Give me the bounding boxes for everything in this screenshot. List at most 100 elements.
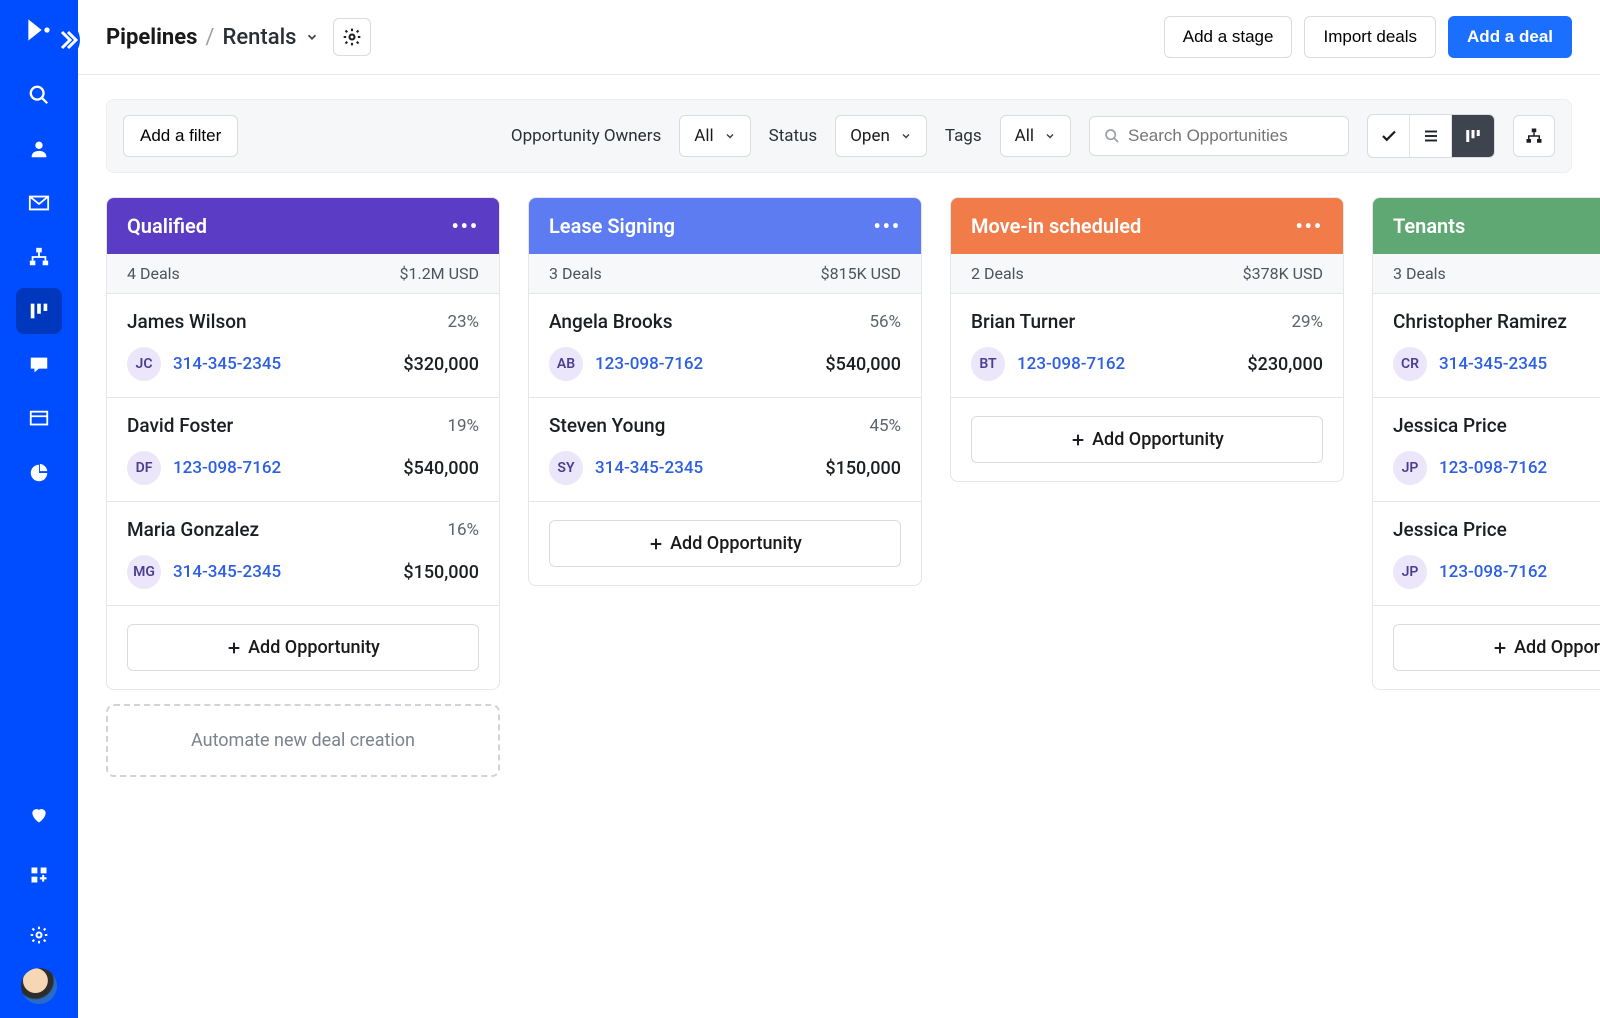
add-opportunity-button[interactable]: Add Opportunity <box>971 416 1323 463</box>
stage-total: $1.2M USD <box>399 264 479 283</box>
email-icon[interactable] <box>16 180 62 226</box>
deal-phone[interactable]: 123-098-7162 <box>1439 562 1547 582</box>
search-opportunities[interactable] <box>1089 116 1349 156</box>
deals-icon[interactable] <box>16 288 62 334</box>
deal-name: Brian Turner <box>971 310 1075 333</box>
stage-meta: 3 Deals $815K USD <box>529 254 921 294</box>
chat-icon[interactable] <box>16 342 62 388</box>
deal-card[interactable]: Brian Turner29%BT123-098-7162$230,000 <box>951 294 1343 398</box>
automation-icon[interactable] <box>16 234 62 280</box>
breadcrumb: Pipelines / Rentals <box>106 25 319 50</box>
stage-menu-icon[interactable]: ••• <box>1295 214 1323 238</box>
deal-amount: $230,000 <box>1247 354 1323 375</box>
pipeline-name[interactable]: Rentals <box>223 25 297 50</box>
deal-phone[interactable]: 123-098-7162 <box>173 458 281 478</box>
view-toggle <box>1367 114 1495 158</box>
deals-count: 3 Deals <box>1393 264 1446 283</box>
automate-deal-button[interactable]: Automate new deal creation <box>106 704 500 777</box>
stage-header[interactable]: Move-in scheduled••• <box>951 198 1343 254</box>
deal-card[interactable]: Maria Gonzalez16%MG314-345-2345$150,000 <box>107 502 499 606</box>
deals-count: 4 Deals <box>127 264 180 283</box>
reports-icon[interactable] <box>16 450 62 496</box>
import-deals-button[interactable]: Import deals <box>1304 16 1436 58</box>
site-icon[interactable] <box>16 396 62 442</box>
deal-phone[interactable]: 123-098-7162 <box>1439 458 1547 478</box>
stage-name: Tenants <box>1393 214 1465 238</box>
add-deal-button[interactable]: Add a deal <box>1448 16 1572 58</box>
view-list-icon[interactable] <box>1410 115 1452 157</box>
add-opportunity-button[interactable]: Add Opportunity <box>549 520 901 567</box>
deal-phone[interactable]: 123-098-7162 <box>595 354 703 374</box>
stage-menu-icon[interactable]: ••• <box>873 214 901 238</box>
contact-avatar: JP <box>1393 451 1427 485</box>
deal-percent: 16% <box>447 520 479 540</box>
contact-avatar: MG <box>127 555 161 589</box>
deal-name: Jessica Price <box>1393 414 1507 437</box>
topbar: Pipelines / Rentals Add a stage Import d… <box>78 0 1600 75</box>
contact-avatar: JC <box>127 347 161 381</box>
add-stage-button[interactable]: Add a stage <box>1164 16 1293 58</box>
stage-header[interactable]: Tenants••• <box>1373 198 1600 254</box>
deal-name: Angela Brooks <box>549 310 673 333</box>
status-select[interactable]: Open <box>835 115 927 157</box>
app-logo[interactable] <box>10 10 68 50</box>
tags-select[interactable]: All <box>1000 115 1071 157</box>
heart-icon[interactable] <box>16 792 62 838</box>
deal-percent: 45% <box>869 416 901 436</box>
stage-menu-icon[interactable]: ••• <box>451 214 479 238</box>
deal-name: James Wilson <box>127 310 247 333</box>
breadcrumb-separator: / <box>205 25 214 50</box>
add-opportunity-button[interactable]: Add Opportunity <box>127 624 479 671</box>
stage-column: Qualified ••• 4 Deals $1.2M USD James Wilson… <box>106 197 500 690</box>
stage-column: Lease Signing ••• 3 Deals $815K USD Angela B… <box>528 197 922 586</box>
owners-select[interactable]: All <box>679 115 750 157</box>
stage-header[interactable]: Lease Signing ••• <box>529 198 921 254</box>
main-area: Pipelines / Rentals Add a stage Import d… <box>78 0 1600 1018</box>
contact-avatar: JP <box>1393 555 1427 589</box>
deal-amount: $540,000 <box>825 354 901 375</box>
view-checklist-icon[interactable] <box>1368 115 1410 157</box>
org-chart-icon[interactable] <box>1513 115 1555 157</box>
contact-avatar: AB <box>549 347 583 381</box>
deal-amount: $150,000 <box>825 458 901 479</box>
contact-avatar: SY <box>549 451 583 485</box>
view-kanban-icon[interactable] <box>1452 115 1494 157</box>
apps-icon[interactable] <box>16 852 62 898</box>
deal-card[interactable]: Steven Young45%SY314-345-2345$150,000 <box>529 398 921 502</box>
deal-phone[interactable]: 314-345-2345 <box>173 562 281 582</box>
deal-card[interactable]: Christopher RamirezCR314-345-2345 <box>1373 294 1600 398</box>
settings-icon[interactable] <box>16 912 62 958</box>
stage-name: Lease Signing <box>549 214 675 238</box>
user-avatar[interactable] <box>21 968 57 1004</box>
stage-name: Qualified <box>127 214 207 238</box>
deal-percent: 56% <box>869 312 901 332</box>
status-label: Status <box>769 126 818 146</box>
add-filter-button[interactable]: Add a filter <box>123 115 238 157</box>
stage-total: $378K USD <box>1243 264 1323 283</box>
stage-meta: 4 Deals $1.2M USD <box>107 254 499 294</box>
search-icon[interactable] <box>16 72 62 118</box>
search-input[interactable] <box>1128 126 1328 146</box>
deal-card[interactable]: David Foster19%DF123-098-7162$540,000 <box>107 398 499 502</box>
collapse-icon[interactable] <box>56 20 80 60</box>
deals-count: 3 Deals <box>549 264 602 283</box>
deal-phone[interactable]: 314-345-2345 <box>1439 354 1547 374</box>
stage-total: $815K USD <box>821 264 901 283</box>
stage-header[interactable]: Qualified ••• <box>107 198 499 254</box>
deal-name: Jessica Price <box>1393 518 1507 541</box>
deal-phone[interactable]: 123-098-7162 <box>1017 354 1125 374</box>
deal-card[interactable]: Angela Brooks 56% AB 123-098-7162 $540,000 <box>529 294 921 398</box>
deal-card[interactable]: Jessica Price JP 123-098-7162 <box>1373 398 1600 502</box>
contacts-icon[interactable] <box>16 126 62 172</box>
chevron-down-icon[interactable] <box>305 30 319 44</box>
owners-label: Opportunity Owners <box>511 126 661 146</box>
kanban-board: Qualified ••• 4 Deals $1.2M USD James Wilson… <box>78 173 1600 1018</box>
deal-card[interactable]: Jessica Price JP 123-098-7162 <box>1373 502 1600 606</box>
pipeline-settings-button[interactable] <box>333 18 371 56</box>
deals-count: 2 Deals <box>971 264 1024 283</box>
deal-phone[interactable]: 314-345-2345 <box>173 354 281 374</box>
deal-card[interactable]: James Wilson23%JC314-345-2345$320,000 <box>107 294 499 398</box>
breadcrumb-root[interactable]: Pipelines <box>106 25 197 50</box>
add-opportunity-button[interactable]: Add Opportunity <box>1393 624 1600 671</box>
deal-phone[interactable]: 314-345-2345 <box>595 458 703 478</box>
